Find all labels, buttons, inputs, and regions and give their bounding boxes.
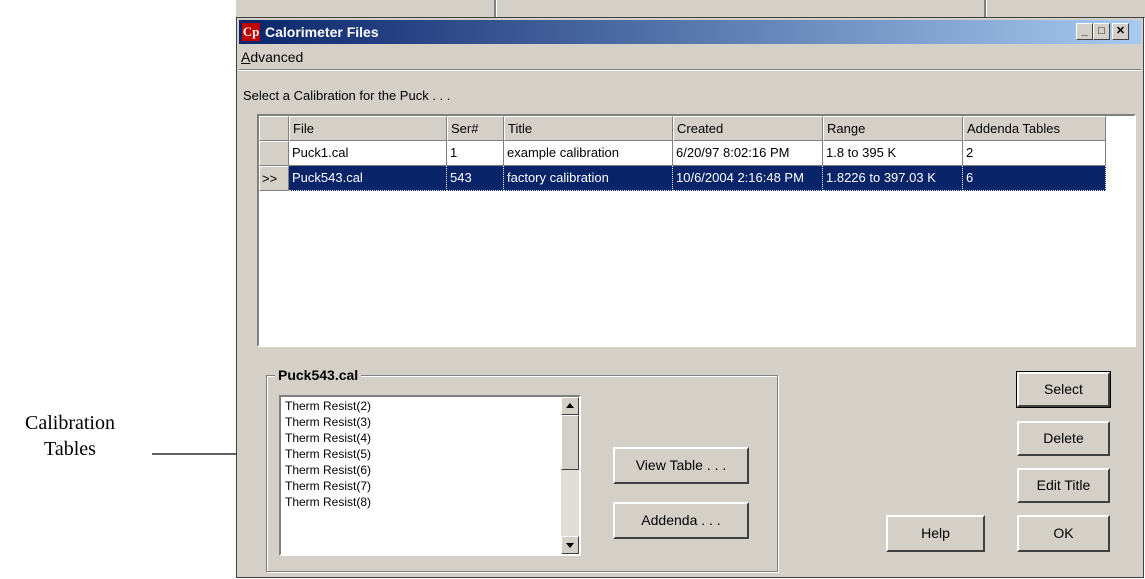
select-button[interactable]: Select (1016, 371, 1111, 408)
list-item[interactable]: Therm Resist(3) (285, 414, 371, 430)
view-table-button[interactable]: View Table . . . (613, 447, 749, 484)
callout-label: Calibration Tables (0, 410, 140, 462)
calibration-tables-list[interactable]: Therm Resist(2) Therm Resist(3) Therm Re… (279, 395, 581, 556)
list-scrollbar[interactable] (561, 397, 579, 554)
table-cell[interactable]: 10/6/2004 2:16:48 PM (673, 166, 823, 191)
addenda-button[interactable]: Addenda . . . (613, 502, 749, 539)
table-cell[interactable]: example calibration (504, 141, 673, 166)
scroll-down-icon[interactable] (561, 536, 579, 554)
menu-advanced[interactable]: Advanced (241, 47, 303, 67)
window-title: Calorimeter Files (265, 24, 379, 40)
delete-button[interactable]: Delete (1017, 421, 1110, 456)
column-header-range[interactable]: Range (823, 116, 963, 141)
calorimeter-files-window: Cp Calorimeter Files _ □ ✕ Advanced Sele… (236, 17, 1144, 578)
table-cell[interactable]: 1 (447, 141, 504, 166)
app-icon: Cp (242, 23, 260, 41)
edit-title-button[interactable]: Edit Title (1017, 468, 1110, 503)
scroll-up-icon[interactable] (561, 397, 579, 415)
calibration-files-grid[interactable]: File Ser# Title Created Range Addenda Ta… (257, 114, 1136, 347)
background-window-edge (236, 0, 1145, 18)
callout-line-1: Calibration (25, 412, 115, 434)
list-item[interactable]: Therm Resist(4) (285, 430, 371, 446)
row-indicator[interactable] (259, 141, 289, 166)
row-indicator[interactable]: >> (259, 166, 289, 191)
close-icon[interactable]: ✕ (1112, 23, 1129, 40)
minimize-icon[interactable]: _ (1076, 23, 1093, 40)
scroll-thumb[interactable] (561, 415, 579, 470)
list-item[interactable]: Therm Resist(7) (285, 478, 371, 494)
grid-corner (259, 116, 289, 141)
group-title: Puck543.cal (275, 367, 362, 383)
table-cell[interactable]: Puck543.cal (289, 166, 447, 191)
callout-line-2: Tables (44, 438, 96, 460)
list-item[interactable]: Therm Resist(2) (285, 398, 371, 414)
prompt-text: Select a Calibration for the Puck . . . (243, 88, 451, 103)
menu-label: dvanced (250, 49, 304, 65)
column-header-addenda[interactable]: Addenda Tables (963, 116, 1106, 141)
list-item[interactable]: Therm Resist(5) (285, 446, 371, 462)
column-header-title[interactable]: Title (504, 116, 673, 141)
list-item[interactable]: Therm Resist(6) (285, 462, 371, 478)
help-button[interactable]: Help (886, 515, 985, 552)
column-header-file[interactable]: File (289, 116, 447, 141)
table-cell[interactable]: 6 (963, 166, 1106, 191)
table-cell[interactable]: Puck1.cal (289, 141, 447, 166)
divider (239, 69, 1141, 71)
menu-accelerator: A (241, 49, 251, 65)
table-cell[interactable]: 6/20/97 8:02:16 PM (673, 141, 823, 166)
column-header-ser[interactable]: Ser# (447, 116, 504, 141)
column-header-created[interactable]: Created (673, 116, 823, 141)
table-cell[interactable]: 2 (963, 141, 1106, 166)
list-item[interactable]: Therm Resist(8) (285, 494, 371, 510)
table-cell[interactable]: factory calibration (504, 166, 673, 191)
table-cell[interactable]: 1.8 to 395 K (823, 141, 963, 166)
table-cell[interactable]: 543 (447, 166, 504, 191)
table-cell[interactable]: 1.8226 to 397.03 K (823, 166, 963, 191)
maximize-icon[interactable]: □ (1093, 23, 1110, 40)
ok-button[interactable]: OK (1017, 515, 1110, 552)
title-bar: Cp Calorimeter Files _ □ ✕ (239, 20, 1141, 44)
